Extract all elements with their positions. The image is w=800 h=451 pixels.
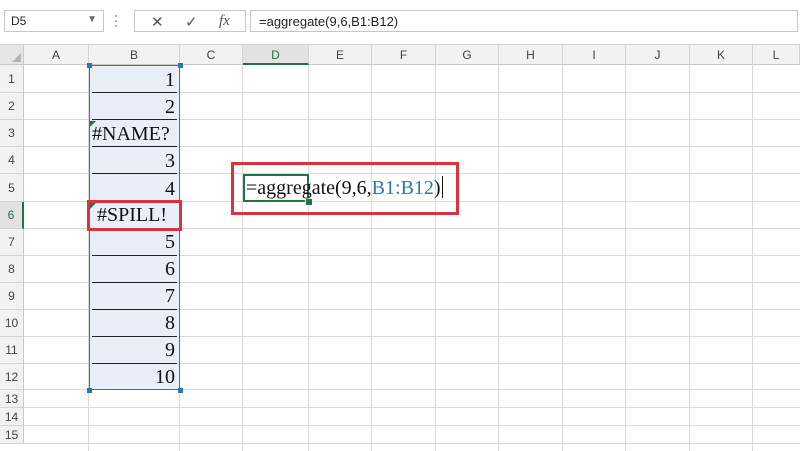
row-header-5[interactable]: 5: [0, 174, 24, 202]
formula-bar-row: D5 ▼ ✕ ✓ fx =aggregate(9,6,B1:B12): [0, 0, 800, 45]
row-header-11[interactable]: 11: [0, 337, 24, 364]
column-header-b[interactable]: B: [89, 45, 180, 65]
row-header-2[interactable]: 2: [0, 93, 24, 120]
column-header-a[interactable]: A: [24, 45, 89, 65]
cancel-icon[interactable]: ✕: [151, 13, 164, 31]
row-header-7[interactable]: 7: [0, 229, 24, 256]
column-header-k[interactable]: K: [690, 45, 753, 65]
row-header-1[interactable]: 1: [0, 65, 24, 93]
column-header-d[interactable]: D: [243, 45, 309, 65]
formula-text: =aggregate(9,6,B1:B12): [259, 14, 399, 29]
column-header-c[interactable]: C: [180, 45, 243, 65]
range-handle-icon[interactable]: [178, 388, 183, 393]
select-all-button[interactable]: [0, 45, 24, 65]
formula-highlight-box: [231, 162, 459, 215]
row-header-15[interactable]: 15: [0, 426, 24, 444]
row-header-3[interactable]: 3: [0, 120, 24, 147]
name-box-value: D5: [11, 14, 27, 28]
column-header-h[interactable]: H: [499, 45, 563, 65]
drag-handle-icon[interactable]: [113, 12, 119, 30]
formula-input[interactable]: =aggregate(9,6,B1:B12): [250, 10, 798, 32]
column-header-e[interactable]: E: [309, 45, 372, 65]
column-header-i[interactable]: I: [563, 45, 626, 65]
spill-highlight-box: [87, 200, 182, 231]
range-handle-icon[interactable]: [87, 63, 92, 68]
enter-icon[interactable]: ✓: [185, 13, 198, 31]
row-header-13[interactable]: 13: [0, 390, 24, 408]
range-handle-icon[interactable]: [87, 388, 92, 393]
row-header-12[interactable]: 12: [0, 364, 24, 390]
insert-function-icon[interactable]: fx: [219, 13, 230, 30]
row-header-6[interactable]: 6: [0, 202, 24, 229]
column-header-j[interactable]: J: [626, 45, 690, 65]
row-header-4[interactable]: 4: [0, 147, 24, 174]
row-header-10[interactable]: 10: [0, 310, 24, 337]
row-header-8[interactable]: 8: [0, 256, 24, 283]
chevron-down-icon[interactable]: ▼: [87, 14, 97, 25]
range-handle-icon[interactable]: [178, 63, 183, 68]
column-header-f[interactable]: F: [372, 45, 436, 65]
name-box[interactable]: D5 ▼: [4, 10, 104, 32]
row-header-14[interactable]: 14: [0, 408, 24, 426]
row-header-9[interactable]: 9: [0, 283, 24, 310]
column-header-l[interactable]: L: [753, 45, 800, 65]
formula-buttons: ✕ ✓ fx: [134, 10, 246, 32]
column-header-g[interactable]: G: [436, 45, 499, 65]
